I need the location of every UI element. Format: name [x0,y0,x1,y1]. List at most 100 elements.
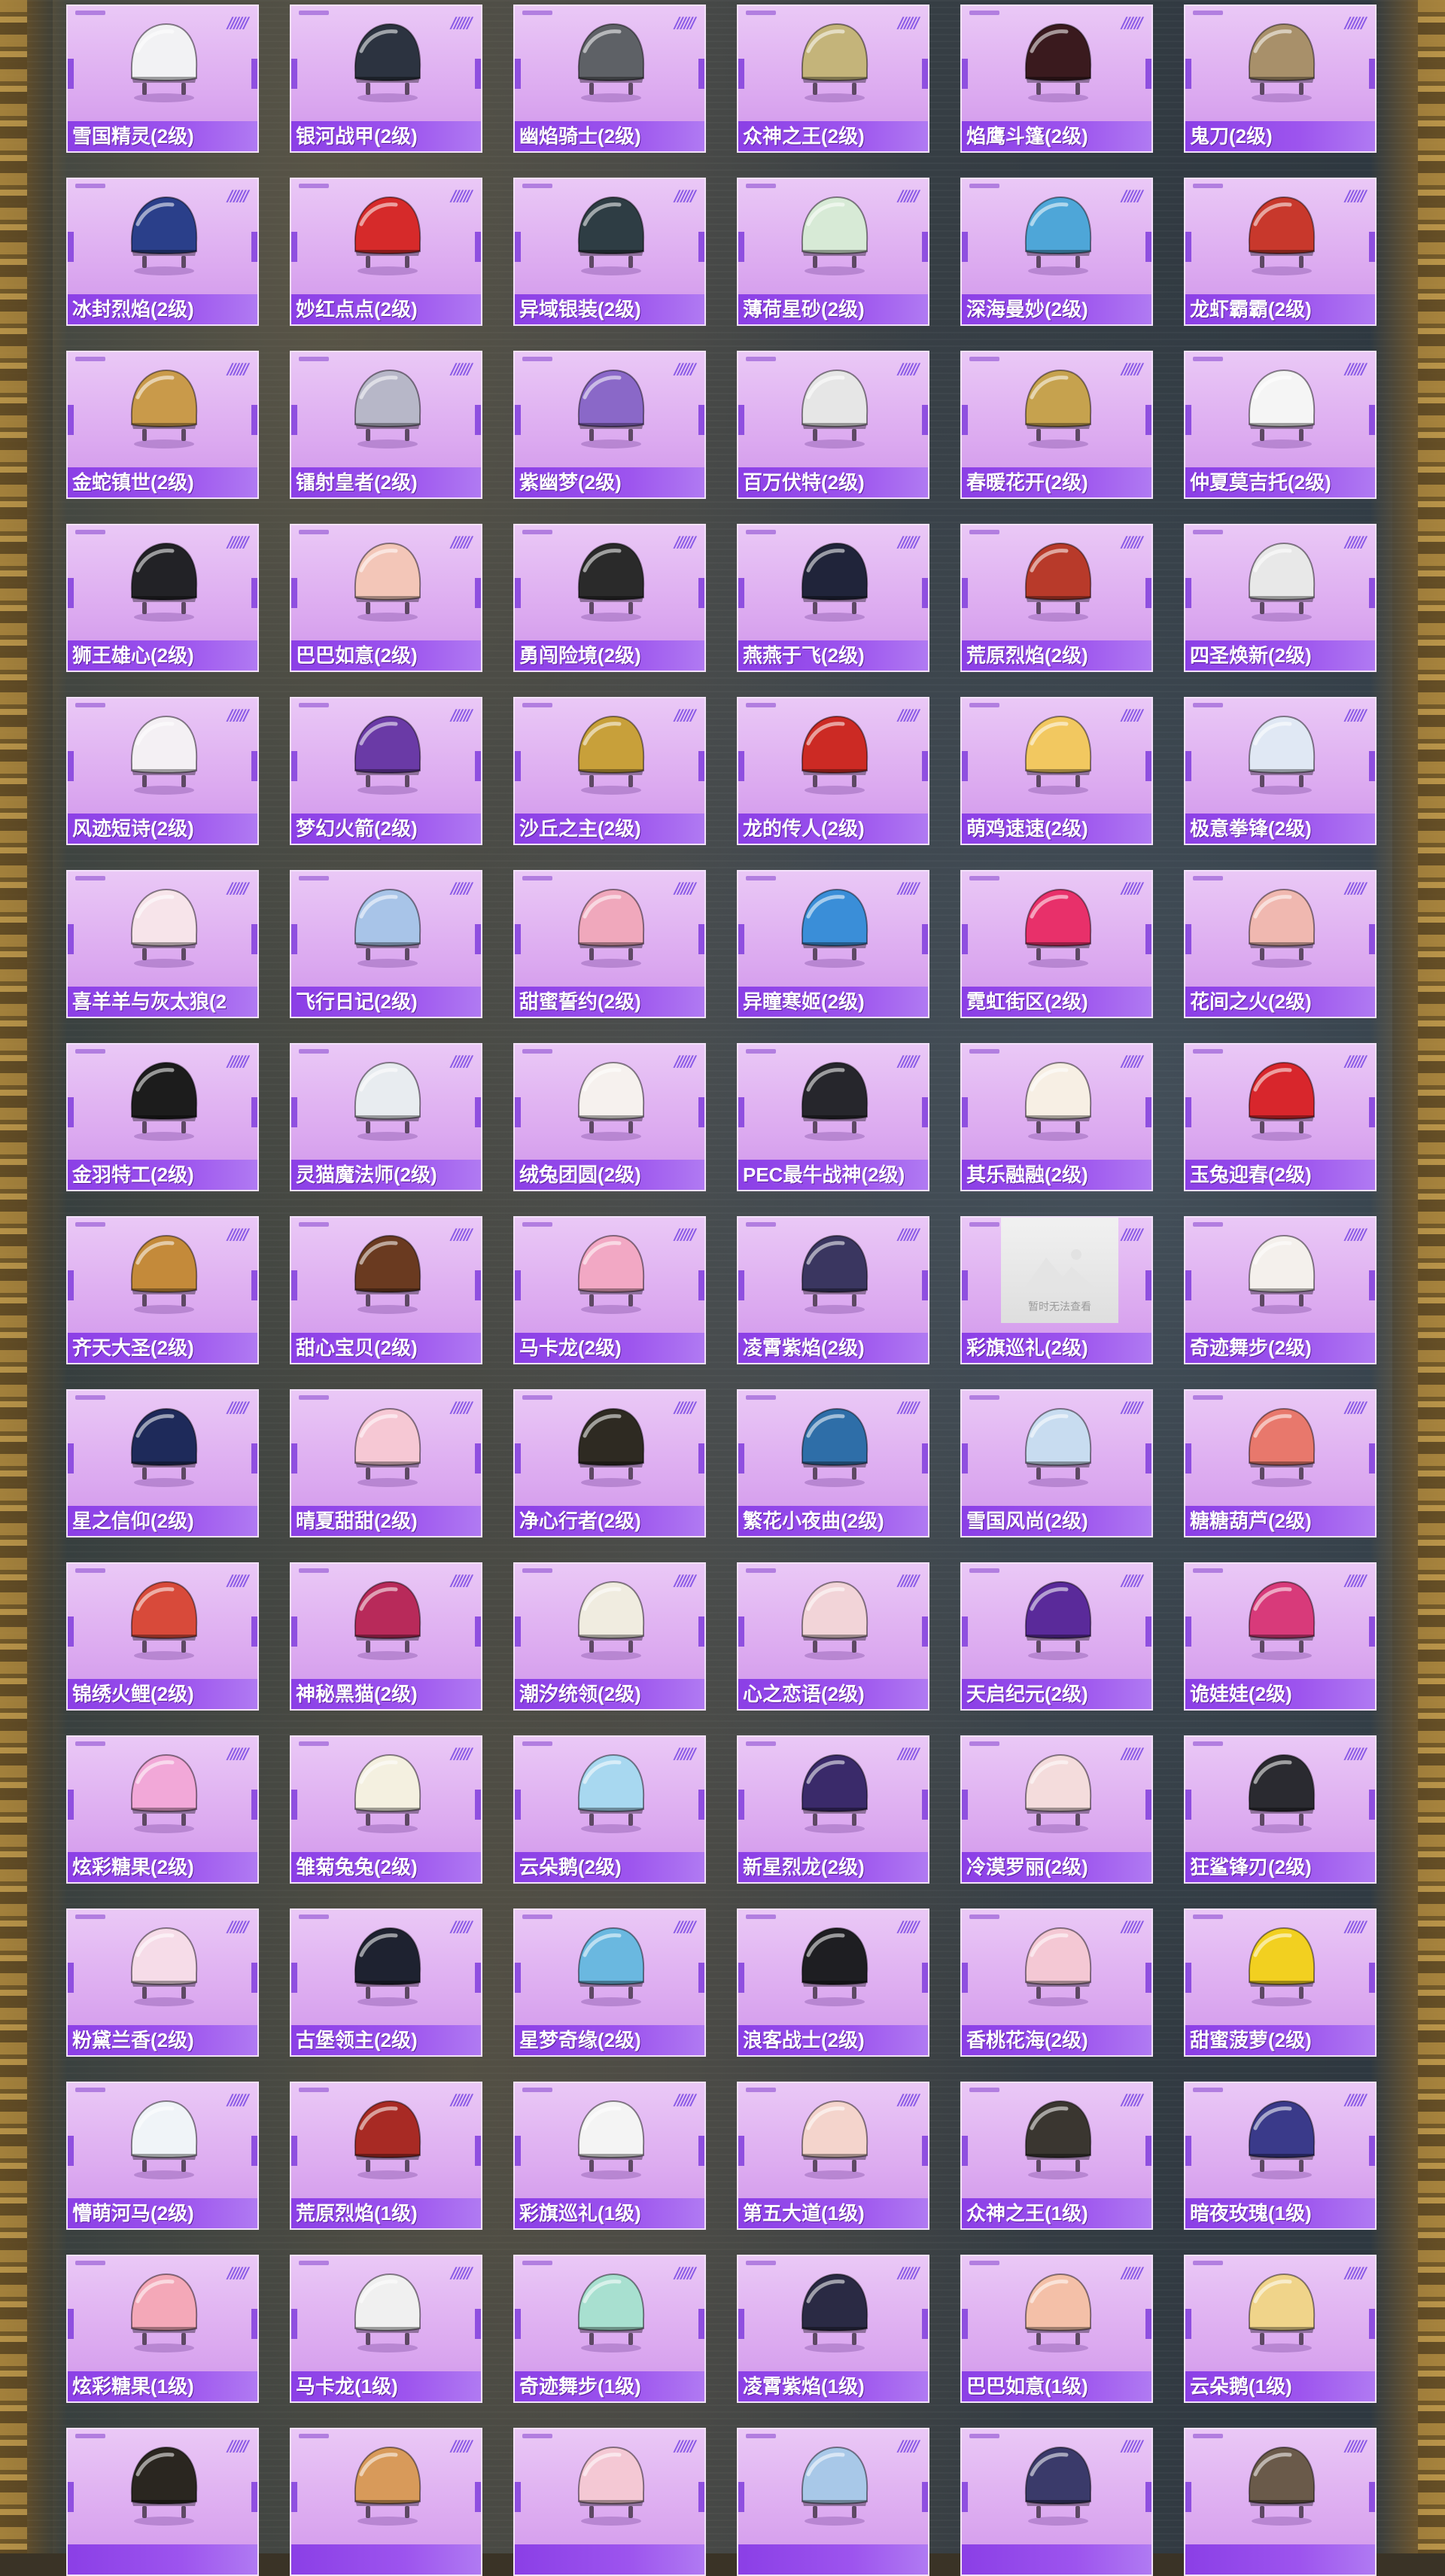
helmet-card[interactable]: ////// 诡娃娃(2级) [1184,1562,1377,1711]
helmet-card[interactable]: ////// 雪国风尚(2级) [960,1389,1153,1537]
helmet-card[interactable]: ////// [513,2428,706,2576]
helmet-card[interactable]: ////// 萌鸡速速(2级) [960,697,1153,845]
helmet-card[interactable]: ////// 仲夏莫吉托(2级) [1184,351,1377,499]
helmet-card[interactable]: ////// 沙丘之主(2级) [513,697,706,845]
helmet-card[interactable]: ////// 灵猫魔法师(2级) [290,1043,482,1191]
helmet-card[interactable]: ////// [737,2428,929,2576]
helmet-card[interactable]: ////// 冰封烈焰(2级) [66,178,259,326]
helmet-card[interactable]: ////// 绒兔团圆(2级) [513,1043,706,1191]
helmet-card[interactable]: ////// 紫幽梦(2级) [513,351,706,499]
helmet-card[interactable]: ////// 炫彩糖果(1级) [66,2255,259,2403]
helmet-card[interactable]: ////// 浪客战士(2级) [737,1908,929,2057]
helmet-icon [1017,363,1100,453]
helmet-card[interactable]: ////// 净心行者(2级) [513,1389,706,1537]
card-top-tab [969,1741,999,1746]
helmet-card[interactable]: ////// 巴巴如意(1级) [960,2255,1153,2403]
helmet-card[interactable]: ////// 炫彩糖果(2级) [66,1735,259,1884]
helmet-card[interactable]: ////// 薄荷星砂(2级) [737,178,929,326]
helmet-card[interactable]: ////// 奇迹舞步(1级) [513,2255,706,2403]
helmet-card[interactable]: ////// 众神之王(1级) [960,2082,1153,2230]
helmet-card[interactable]: ////// 第五大道(1级) [737,2082,929,2230]
helmet-card[interactable]: ////// 糖糖葫芦(2级) [1184,1389,1377,1537]
helmet-card[interactable]: ////// 春暖花开(2级) [960,351,1153,499]
helmet-card[interactable]: ////// 勇闯险境(2级) [513,524,706,672]
helmet-card[interactable]: ////// 甜蜜誓约(2级) [513,870,706,1018]
helmet-card[interactable]: ////// 狂鲨锋刃(2级) [1184,1735,1377,1884]
helmet-card[interactable]: ////// 马卡龙(2级) [513,1216,706,1364]
helmet-card[interactable]: ////// 风迹短诗(2级) [66,697,259,845]
helmet-card[interactable]: ////// 极意拳锋(2级) [1184,697,1377,845]
helmet-card[interactable]: ////// 香桃花海(2级) [960,1908,1153,2057]
helmet-card[interactable]: ////// 异域银装(2级) [513,178,706,326]
helmet-card[interactable]: ////// [1184,2428,1377,2576]
helmet-card[interactable]: ////// 雪国精灵(2级) [66,5,259,153]
helmet-card[interactable]: ////// [290,2428,482,2576]
helmet-card[interactable]: ////// 暂时无法查看 彩旗巡礼(2级) [960,1216,1153,1364]
helmet-card[interactable]: ////// 狮王雄心(2级) [66,524,259,672]
helmet-card[interactable]: ////// [66,2428,259,2576]
helmet-name: 薄荷星砂(2级) [743,298,865,321]
helmet-card[interactable]: ////// 银河战甲(2级) [290,5,482,153]
helmet-card[interactable]: ////// 冷漠罗丽(2级) [960,1735,1153,1884]
helmet-card[interactable]: ////// 龙虾霸霸(2级) [1184,178,1377,326]
helmet-card[interactable]: ////// 玉兔迎春(2级) [1184,1043,1377,1191]
helmet-card[interactable]: ////// 锦绣火鲤(2级) [66,1562,259,1711]
helmet-card[interactable]: ////// 荒原烈焰(1级) [290,2082,482,2230]
helmet-icon [123,709,205,799]
helmet-card[interactable]: ////// 齐天大圣(2级) [66,1216,259,1364]
helmet-card[interactable]: ////// 幽焰骑士(2级) [513,5,706,153]
helmet-card[interactable]: ////// 新星烈龙(2级) [737,1735,929,1884]
helmet-icon [346,2267,429,2357]
helmet-icon [1240,882,1323,972]
helmet-card[interactable]: ////// 镭射皇者(2级) [290,351,482,499]
helmet-card[interactable]: ////// 云朵鹅(2级) [513,1735,706,1884]
helmet-card[interactable]: ////// 燕燕于飞(2级) [737,524,929,672]
helmet-card[interactable]: ////// 神秘黑猫(2级) [290,1562,482,1711]
helmet-card[interactable]: ////// 暗夜玫瑰(1级) [1184,2082,1377,2230]
helmet-card[interactable]: ////// 繁花小夜曲(2级) [737,1389,929,1537]
helmet-card[interactable]: ////// 云朵鹅(1级) [1184,2255,1377,2403]
helmet-card[interactable]: ////// 鬼刀(2级) [1184,5,1377,153]
helmet-card[interactable]: ////// 天启纪元(2级) [960,1562,1153,1711]
helmet-card[interactable]: ////// 雏菊兔兔(2级) [290,1735,482,1884]
helmet-card[interactable]: ////// 巴巴如意(2级) [290,524,482,672]
helmet-card[interactable]: ////// 彩旗巡礼(1级) [513,2082,706,2230]
helmet-card[interactable]: ////// 荒原烈焰(2级) [960,524,1153,672]
helmet-card[interactable]: ////// 花间之火(2级) [1184,870,1377,1018]
helmet-card[interactable]: ////// 异瞳寒姬(2级) [737,870,929,1018]
helmet-card[interactable]: ////// 马卡龙(1级) [290,2255,482,2403]
helmet-card[interactable]: ////// 霓虹街区(2级) [960,870,1153,1018]
helmet-card[interactable]: ////// 星梦奇缘(2级) [513,1908,706,2057]
helmet-card[interactable]: ////// PEC最牛战神(2级) [737,1043,929,1191]
card-top-tab [299,2088,329,2092]
helmet-card[interactable]: ////// 晴夏甜甜(2级) [290,1389,482,1537]
helmet-card[interactable]: ////// 凌霄紫焰(2级) [737,1216,929,1364]
helmet-card[interactable]: ////// 凌霄紫焰(1级) [737,2255,929,2403]
helmet-card[interactable]: ////// [960,2428,1153,2576]
helmet-card[interactable]: ////// 龙的传人(2级) [737,697,929,845]
helmet-card[interactable]: ////// 妙红点点(2级) [290,178,482,326]
helmet-card[interactable]: ////// 众神之王(2级) [737,5,929,153]
helmet-icon [570,2094,653,2184]
card-edge-marker-left [291,751,297,781]
helmet-card[interactable]: ////// 星之信仰(2级) [66,1389,259,1537]
helmet-card[interactable]: ////// 甜蜜菠萝(2级) [1184,1908,1377,2057]
helmet-card[interactable]: ////// 古堡领主(2级) [290,1908,482,2057]
helmet-card[interactable]: ////// 懵萌河马(2级) [66,2082,259,2230]
helmet-card[interactable]: ////// 甜心宝贝(2级) [290,1216,482,1364]
helmet-card[interactable]: ////// 焰鹰斗篷(2级) [960,5,1153,153]
helmet-card[interactable]: ////// 其乐融融(2级) [960,1043,1153,1191]
helmet-card[interactable]: ////// 金蛇镇世(2级) [66,351,259,499]
helmet-card[interactable]: ////// 心之恋语(2级) [737,1562,929,1711]
helmet-card[interactable]: ////// 奇迹舞步(2级) [1184,1216,1377,1364]
helmet-card[interactable]: ////// 潮汐统领(2级) [513,1562,706,1711]
helmet-card[interactable]: ////// 四圣焕新(2级) [1184,524,1377,672]
helmet-name: 灵猫魔法师(2级) [296,1163,437,1186]
helmet-card[interactable]: ////// 飞行日记(2级) [290,870,482,1018]
helmet-card[interactable]: ////// 深海曼妙(2级) [960,178,1153,326]
helmet-card[interactable]: ////// 粉黛兰香(2级) [66,1908,259,2057]
helmet-card[interactable]: ////// 百万伏特(2级) [737,351,929,499]
helmet-card[interactable]: ////// 梦幻火箭(2级) [290,697,482,845]
helmet-card[interactable]: ////// 金羽特工(2级) [66,1043,259,1191]
helmet-card[interactable]: ////// 喜羊羊与灰太狼(2 [66,870,259,1018]
